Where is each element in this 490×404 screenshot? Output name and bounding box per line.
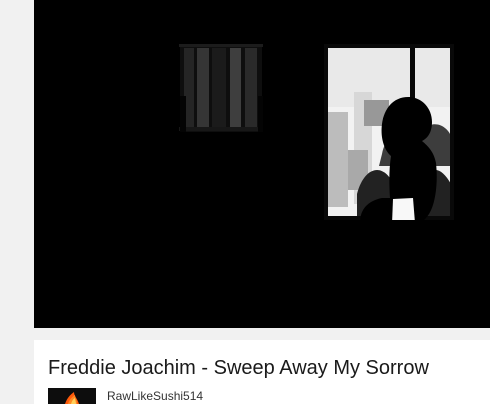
video-title[interactable]: Freddie Joachim - Sweep Away My Sorrow xyxy=(48,356,429,380)
channel-name[interactable]: RawLikeSushi514 xyxy=(107,389,203,403)
avatar-icon[interactable] xyxy=(48,388,96,404)
video-player[interactable] xyxy=(34,0,490,328)
page: Freddie Joachim - Sweep Away My Sorrow R… xyxy=(0,0,490,404)
video-info-card: Freddie Joachim - Sweep Away My Sorrow R… xyxy=(34,340,490,404)
video-frame xyxy=(34,0,490,328)
